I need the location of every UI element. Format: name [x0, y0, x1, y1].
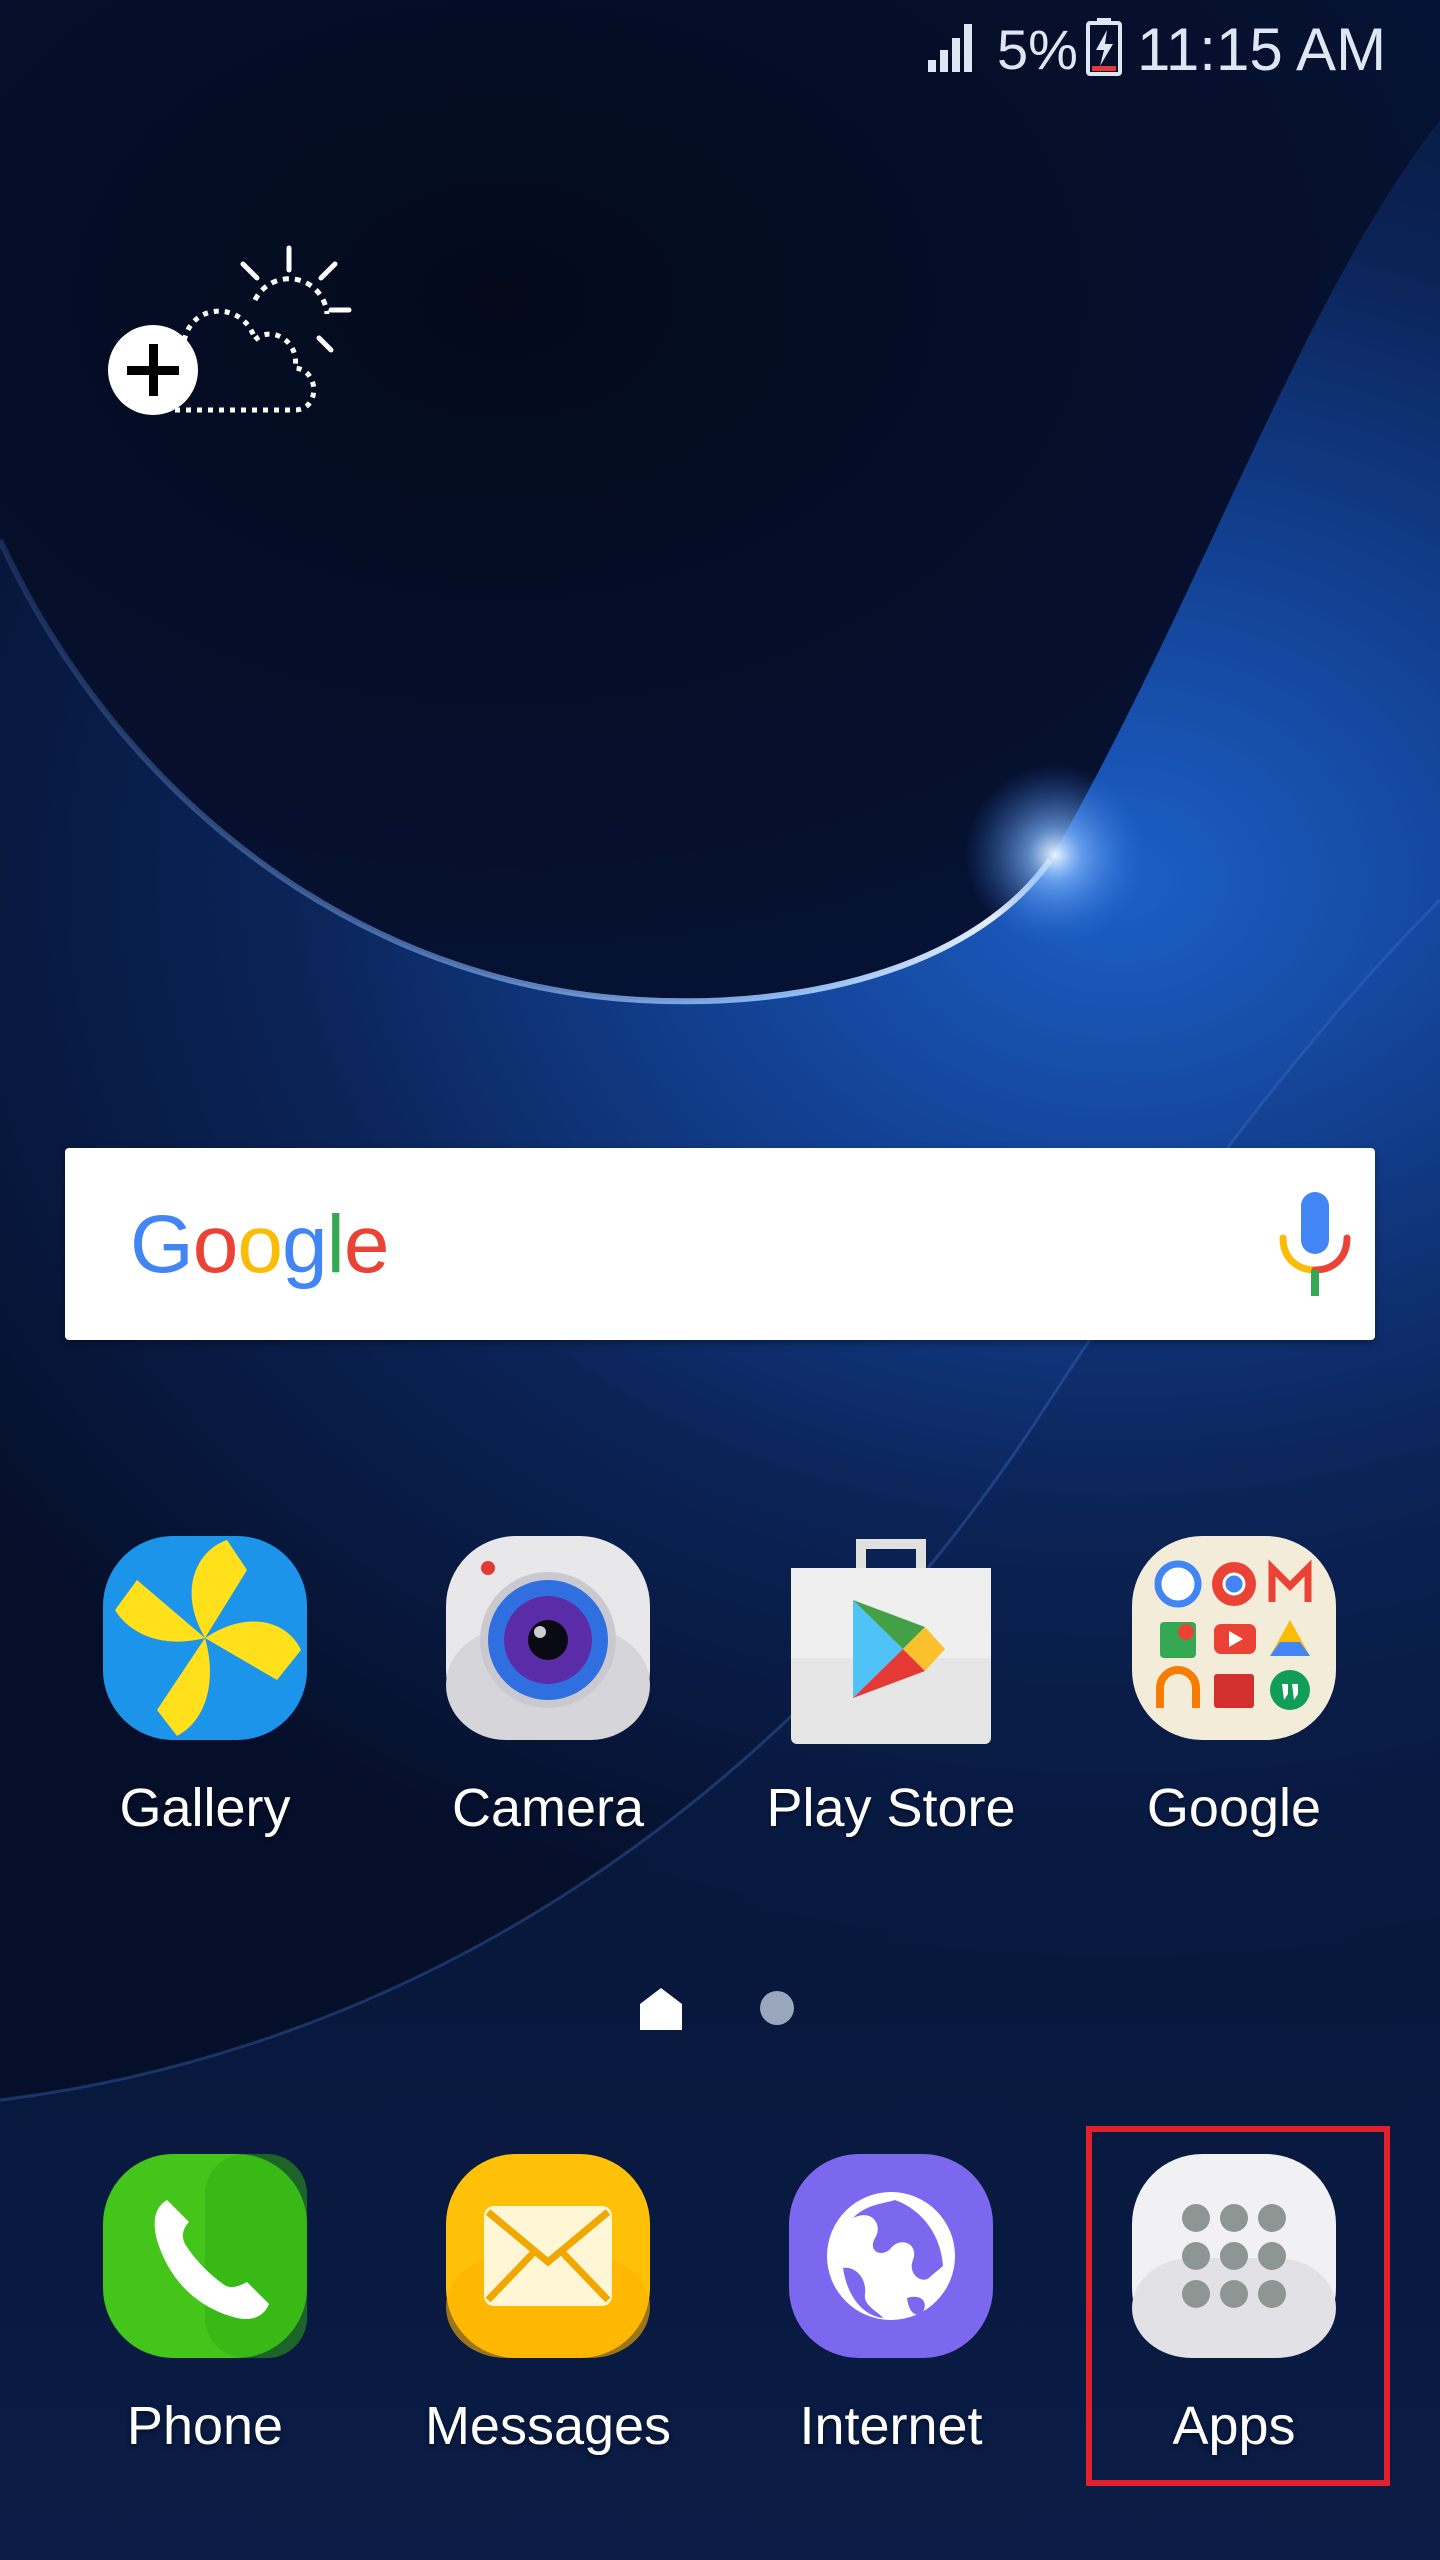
home-page-indicator-icon[interactable] [638, 1986, 684, 2032]
logo-letter: g [282, 1199, 328, 1290]
app-label: Play Store [766, 1778, 1016, 1838]
gallery-icon [103, 1536, 307, 1740]
app-label: Camera [451, 1778, 645, 1838]
app-play-store[interactable]: Play Store [731, 1530, 1051, 1860]
app-label: Gallery [119, 1778, 291, 1838]
phone-icon [103, 2154, 307, 2358]
status-bar: 5% 11:15 AM [0, 0, 1440, 100]
app-google-folder[interactable]: Google [1074, 1530, 1394, 1860]
google-search-bar[interactable]: Google [65, 1148, 1375, 1340]
messages-icon [446, 2154, 650, 2358]
app-label: Internet [799, 2396, 983, 2456]
logo-letter: o [192, 1199, 239, 1290]
logo-letter: o [237, 1199, 283, 1290]
app-label: Google [1146, 1778, 1322, 1838]
google-folder-icon [1132, 1536, 1336, 1740]
microphone-icon[interactable] [1269, 1192, 1361, 1298]
camera-icon [446, 1536, 650, 1740]
battery-percent: 5% [997, 18, 1078, 81]
battery-charging-icon [1086, 18, 1122, 76]
logo-letter: e [343, 1199, 390, 1290]
app-messages[interactable]: Messages [388, 2148, 708, 2478]
app-internet[interactable]: Internet [731, 2148, 1051, 2478]
logo-letter: G [130, 1199, 194, 1290]
google-logo: Google [130, 1199, 390, 1290]
internet-globe-icon [789, 2154, 993, 2358]
app-label: Messages [424, 2396, 672, 2456]
app-gallery[interactable]: Gallery [45, 1530, 365, 1860]
logo-letter: l [326, 1199, 345, 1290]
play-store-icon [791, 1539, 991, 1744]
clock: 11:15 AM [1137, 16, 1387, 83]
app-phone[interactable]: Phone [45, 2148, 365, 2478]
app-label: Phone [126, 2396, 284, 2456]
page-indicator-dot[interactable] [760, 1991, 794, 2025]
apps-highlight-box [1086, 2126, 1390, 2486]
add-weather-widget-icon[interactable] [105, 240, 365, 430]
app-camera[interactable]: Camera [388, 1530, 708, 1860]
signal-icon [928, 24, 972, 72]
